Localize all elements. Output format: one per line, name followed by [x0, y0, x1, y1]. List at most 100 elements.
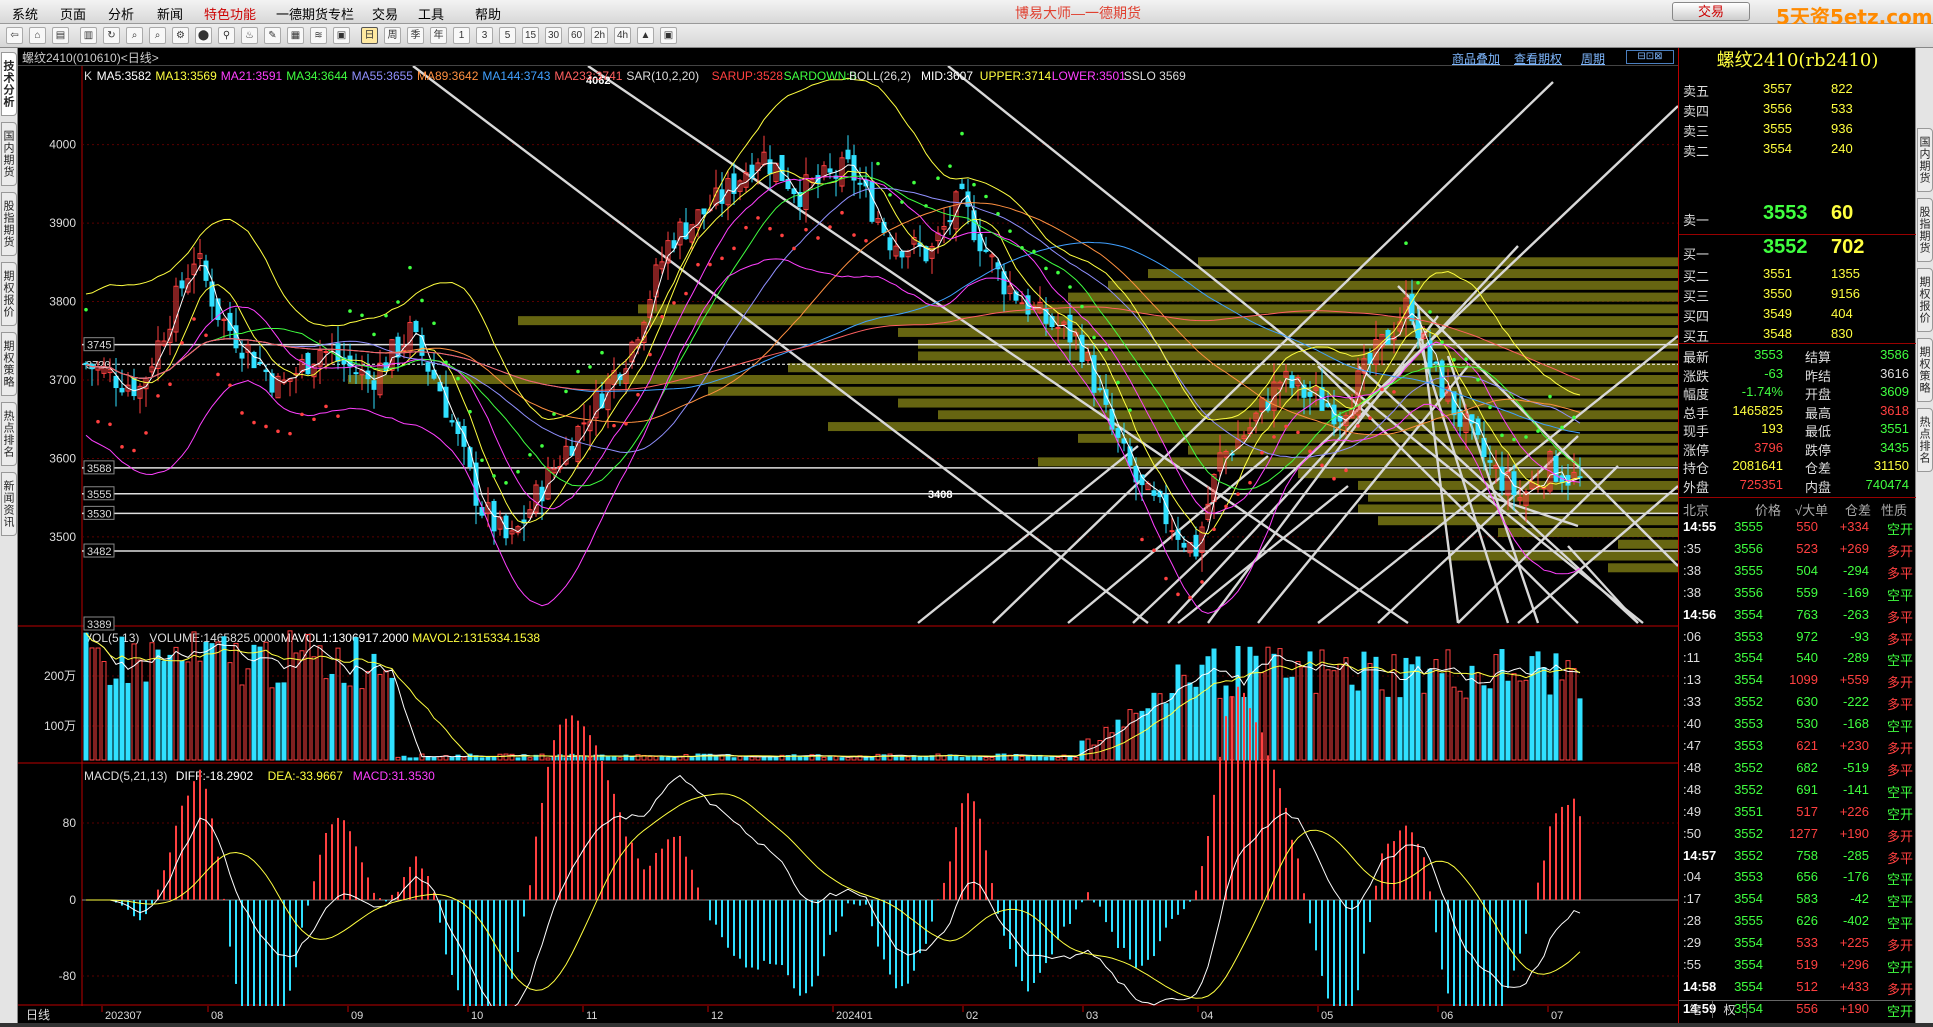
search-icon[interactable]: ⌕ [126, 27, 143, 44]
sar-dot [372, 332, 376, 337]
menu-2[interactable]: 分析 [108, 4, 134, 23]
x-axis-label: 02 [966, 1010, 978, 1022]
candle-body [425, 362, 431, 372]
ask-row: 卖三 3555 936 [1683, 121, 1913, 140]
sar-dot [552, 412, 556, 416]
right-tab-0[interactable]: 国内期货 [1917, 128, 1933, 192]
indicator-icon[interactable]: ≋ [310, 27, 327, 44]
right-tab-2[interactable]: 期权报价 [1917, 268, 1933, 332]
back-icon[interactable]: ⇦ [6, 27, 23, 44]
tick-oi-change: -42 [1850, 891, 1869, 907]
right-tab-1[interactable]: 股指期货 [1917, 198, 1933, 262]
menu-6[interactable]: 交易 [372, 4, 398, 23]
tick-time: :47 [1683, 738, 1702, 753]
sar-dot [636, 392, 640, 397]
volume-bar [827, 755, 833, 761]
home-icon[interactable]: ⌂ [29, 27, 46, 44]
grid-icon[interactable]: ▦ [287, 27, 304, 44]
yearly-period[interactable]: 年 [430, 27, 447, 44]
right-tab-4[interactable]: 热点排名 [1917, 408, 1933, 472]
sar-dot [684, 291, 688, 296]
settings-icon[interactable]: ⚙ [172, 27, 189, 44]
tick-oi-change: +296 [1839, 957, 1869, 972]
sar-dot [468, 409, 472, 414]
left-tab-4[interactable]: 期权策略 [1, 332, 17, 396]
candle-body [1307, 391, 1313, 397]
left-tab-5[interactable]: 热点排名 [1, 402, 17, 466]
sar-dot [96, 419, 100, 424]
view-options-link[interactable]: 查看期权 [1514, 50, 1562, 67]
kline-chart-area[interactable]: 4000 3900 3800 3700 3600 3500 3745 3588 3555 3530… [18, 66, 1678, 1023]
tick-oi-change: +225 [1839, 935, 1869, 951]
draw-icon[interactable]: ✎ [264, 27, 281, 44]
macd-tick-label: 80 [63, 816, 77, 830]
trade-button[interactable]: 交易 [1672, 2, 1750, 21]
left-tab-3[interactable]: 期权报价 [1, 262, 17, 326]
weekly-period[interactable]: 周 [384, 27, 401, 44]
tick-price: 3553 [1734, 716, 1763, 732]
book-icon[interactable]: ▤ [52, 27, 69, 44]
volume-profile-bar [1608, 563, 1678, 573]
tick-time: :48 [1683, 781, 1702, 797]
quarterly-period[interactable]: 季 [407, 27, 424, 44]
period-link[interactable]: 周期 [1581, 50, 1605, 67]
sar-dot [1320, 463, 1324, 468]
left-tab-2[interactable]: 股指期货 [1, 192, 17, 256]
bid-price: 3549 [1763, 306, 1792, 321]
volume-bar [1115, 719, 1121, 761]
menu-5[interactable]: 一德期货专栏 [276, 4, 354, 23]
bid-price: 3548 [1763, 326, 1792, 341]
candle-body [701, 208, 707, 215]
stat-label: 涨跌 [1683, 368, 1710, 384]
sar-dot [132, 448, 136, 453]
4h-period[interactable]: 4h [614, 27, 631, 44]
tick-oi-change: -222 [1842, 694, 1869, 710]
quote-tab-0[interactable]: 笔 [1679, 1001, 1713, 1018]
chart-window-controls[interactable]: ⊟⊡⊠ [1626, 50, 1674, 64]
volume-bar [1487, 688, 1493, 761]
refresh-icon[interactable]: ↻ [103, 27, 120, 44]
zoom-icon[interactable]: ⌕ [149, 27, 166, 44]
daily-period[interactable]: 日 [361, 27, 378, 44]
volume-profile-bar [1068, 292, 1678, 302]
triangle-icon[interactable]: ▲ [637, 27, 654, 44]
bid-volume: 702 [1831, 236, 1865, 258]
menu-4[interactable]: 特色功能 [204, 4, 256, 23]
quote-tab-1[interactable]: 权 [1713, 1001, 1747, 1018]
left-tab-6[interactable]: 新闻资讯 [1, 472, 17, 536]
filter-icon[interactable]: ⚲ [218, 27, 235, 44]
sar-dot [768, 226, 772, 231]
menu-7[interactable]: 工具 [418, 4, 444, 23]
60min-period[interactable]: 60 [568, 27, 585, 44]
sar-dot [1392, 390, 1396, 394]
window-icon[interactable]: ▣ [333, 27, 350, 44]
x-axis-label: 04 [1201, 1010, 1213, 1022]
left-tab-0[interactable]: 技术分析 [1, 52, 17, 116]
menu-3[interactable]: 新闻 [157, 4, 183, 23]
30min-period[interactable]: 30 [545, 27, 562, 44]
hot-icon[interactable]: ♨ [241, 27, 258, 44]
candle-body [1151, 490, 1157, 496]
calc-icon[interactable]: ▣ [660, 27, 677, 44]
sar-dot [648, 352, 652, 357]
menu-8[interactable]: 帮助 [475, 4, 501, 23]
15min-period[interactable]: 15 [522, 27, 539, 44]
sar-dot [996, 212, 1000, 216]
menu-1[interactable]: 页面 [60, 4, 86, 23]
1min-period[interactable]: 1 [453, 27, 470, 44]
tick-oi-change: -294 [1842, 562, 1869, 578]
list-icon[interactable]: ▥ [80, 27, 97, 44]
2h-period[interactable]: 2h [591, 27, 608, 44]
left-tab-1[interactable]: 国内期货 [1, 122, 17, 186]
5min-period[interactable]: 5 [499, 27, 516, 44]
3min-period[interactable]: 3 [476, 27, 493, 44]
menu-0[interactable]: 系统 [12, 4, 38, 23]
tick-time: 14:58 [1683, 978, 1717, 994]
right-tab-3[interactable]: 期权策略 [1917, 338, 1933, 402]
palette-icon[interactable]: ⬤ [195, 27, 212, 44]
sar-dot [168, 382, 172, 387]
commodity-overlay-link[interactable]: 商品叠加 [1452, 50, 1500, 67]
tick-nature: 多平 [1886, 697, 1913, 713]
bid-label: 买一 [1683, 247, 1710, 262]
price-tick-label: 4000 [49, 138, 76, 152]
